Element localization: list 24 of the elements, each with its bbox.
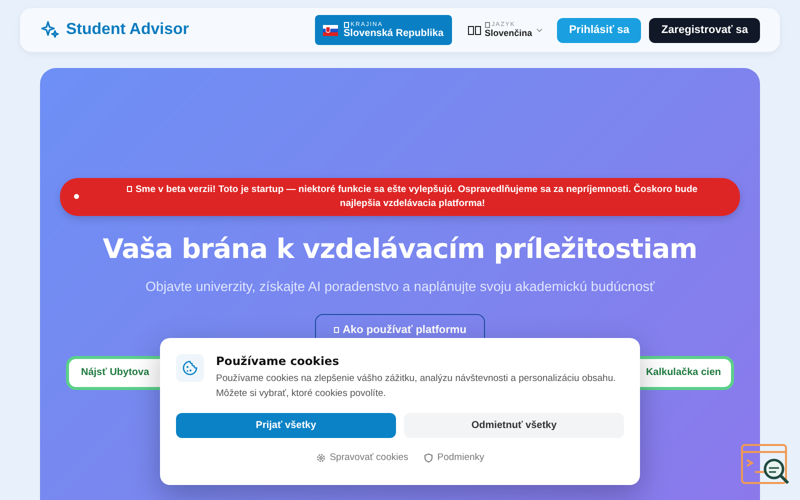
cookie-icon: [176, 354, 204, 382]
hero-subtitle: Objavte univerzity, získajte AI poradenstvo a naplánujte svoju akademickú budúcnosť: [145, 278, 655, 294]
manage-cookies-link[interactable]: Spravovať cookies: [316, 452, 408, 464]
sparkle-icon: [40, 20, 60, 40]
terms-link[interactable]: Podmienky: [424, 452, 484, 464]
hero-title: Vaša brána k vzdelávacím príležitostiam: [102, 234, 698, 265]
glyph-icon: [468, 26, 481, 34]
accept-button[interactable]: Prijať všetky: [176, 413, 396, 438]
language-value: Slovenčina: [484, 28, 532, 38]
register-button[interactable]: Zaregistrovať sa: [649, 18, 760, 42]
beta-message: Sme v beta verzii! Toto je startup — niektoré funkcie sa ešte vylepšujú. Ospravedlňujeme sa za nepríjemnosti. Čoskoro bude najlepšia vzdelávacia platforma!: [135, 184, 698, 209]
logo-text: Student Advisor: [66, 21, 189, 39]
flag-icon: [322, 24, 338, 36]
login-button[interactable]: Prihlásiť sa: [557, 18, 642, 42]
shield-icon: [424, 452, 434, 463]
country-value: Slovenská Republika: [344, 28, 444, 38]
gear-icon: [316, 452, 326, 463]
glyph-icon: [484, 22, 490, 28]
glyph-icon: [344, 22, 349, 28]
glyph-icon: [127, 186, 132, 192]
reject-button[interactable]: Odmietnuť všetky: [404, 413, 624, 438]
dialog-title: Používame cookies: [216, 354, 340, 368]
chevron-down-icon: [536, 28, 544, 32]
dot-icon: [74, 194, 79, 200]
